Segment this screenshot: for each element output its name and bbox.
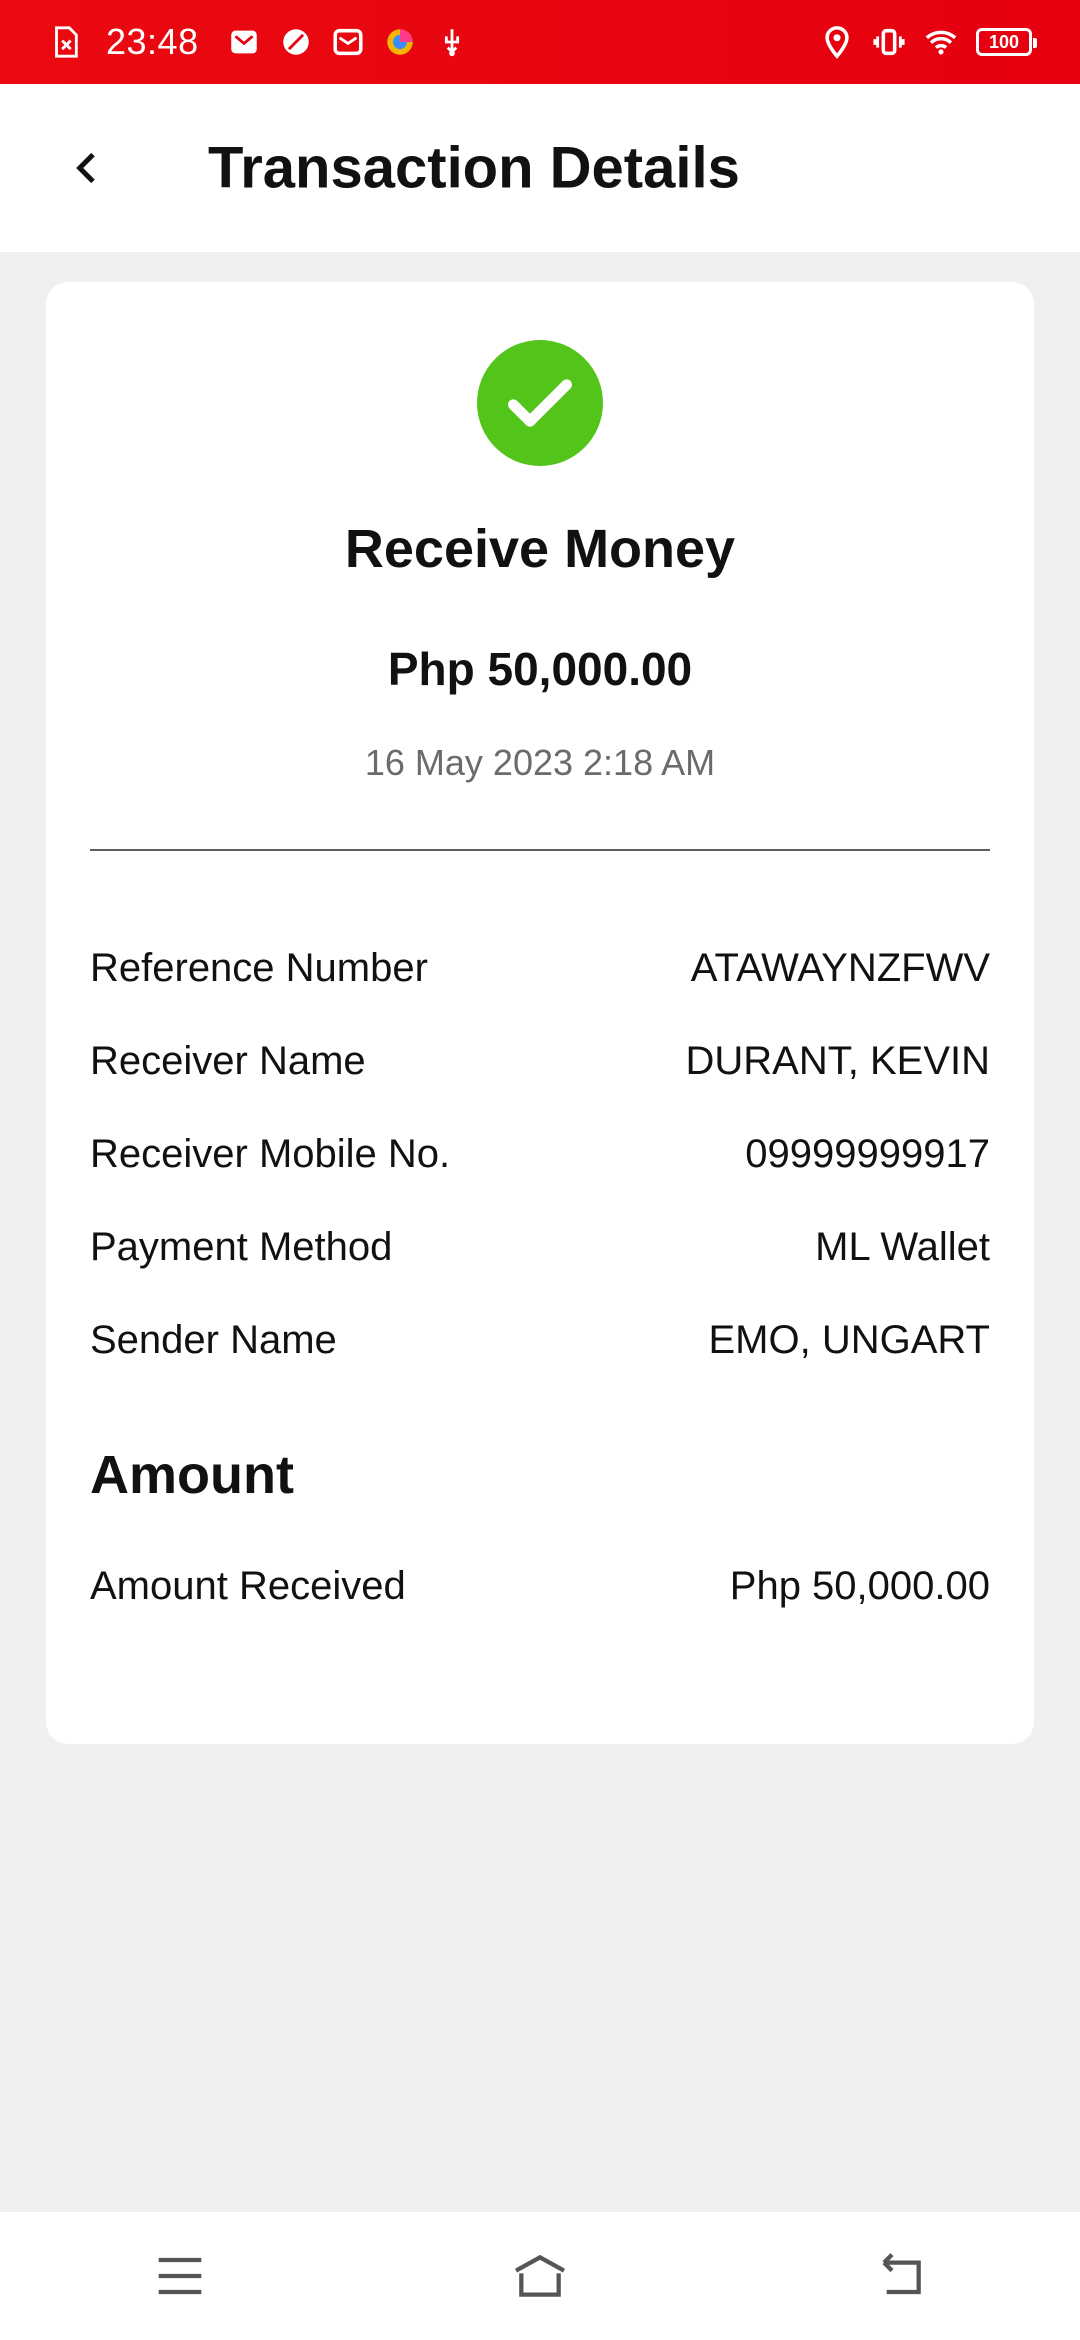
- system-nav-bar: [0, 2212, 1080, 2340]
- status-time: 23:48: [106, 21, 199, 62]
- detail-row: Receiver Name DURANT, KEVIN: [90, 1015, 990, 1108]
- app-header: Transaction Details: [0, 84, 1080, 252]
- vibrate-icon: [872, 25, 906, 59]
- detail-value: 09999999917: [745, 1132, 990, 1176]
- back-button[interactable]: [52, 132, 124, 204]
- page-title: Transaction Details: [208, 135, 740, 201]
- back-nav-button[interactable]: [850, 2236, 950, 2316]
- amount-received-value: Php 50,000.00: [729, 1564, 990, 1608]
- detail-row: Receiver Mobile No. 09999999917: [90, 1108, 990, 1201]
- home-button[interactable]: [490, 2236, 590, 2316]
- divider: [90, 849, 990, 851]
- home-icon: [514, 2254, 566, 2297]
- browser-icon: [383, 25, 417, 59]
- menu-icon: [158, 2257, 202, 2295]
- detail-row: Payment Method ML Wallet: [90, 1201, 990, 1294]
- details-list: Reference Number ATAWAYNZFWV Receiver Na…: [90, 922, 990, 1387]
- detail-value: EMO, UNGART: [708, 1318, 990, 1362]
- detail-label: Sender Name: [90, 1318, 337, 1362]
- status-bar: 23:48 100: [0, 0, 1080, 84]
- chevron-left-icon: [76, 152, 95, 184]
- sim-error-icon: [48, 25, 82, 59]
- leaf-icon: [279, 25, 313, 59]
- detail-label: Receiver Mobile No.: [90, 1132, 451, 1176]
- transaction-date: 16 May 2023 2:18 AM: [364, 742, 716, 783]
- usb-icon: [435, 25, 469, 59]
- transaction-card: Receive Money Php 50,000.00 16 May 2023 …: [46, 282, 1034, 1744]
- location-icon: [820, 25, 854, 59]
- detail-row: Sender Name EMO, UNGART: [90, 1294, 990, 1387]
- check-circle-icon: [477, 340, 603, 466]
- detail-label: Reference Number: [90, 946, 428, 990]
- amount-received-row: Amount Received Php 50,000.00: [90, 1564, 990, 1609]
- detail-row: Reference Number ATAWAYNZFWV: [90, 922, 990, 1015]
- battery-icon: 100: [976, 28, 1037, 56]
- detail-value: ML Wallet: [815, 1225, 990, 1269]
- transaction-type: Receive Money: [344, 519, 736, 579]
- mail-alt-icon: [331, 25, 365, 59]
- detail-value: ATAWAYNZFWV: [690, 946, 990, 990]
- amount-received-label: Amount Received: [90, 1564, 406, 1608]
- wifi-icon: [924, 25, 958, 59]
- amount-section-title: Amount: [90, 1445, 294, 1505]
- transaction-amount: Php 50,000.00: [387, 643, 693, 695]
- back-icon: [882, 2253, 921, 2295]
- detail-value: DURANT, KEVIN: [685, 1039, 991, 1083]
- detail-label: Receiver Name: [90, 1039, 366, 1083]
- menu-button[interactable]: [130, 2236, 230, 2316]
- mail-icon: [227, 25, 261, 59]
- detail-label: Payment Method: [90, 1225, 393, 1269]
